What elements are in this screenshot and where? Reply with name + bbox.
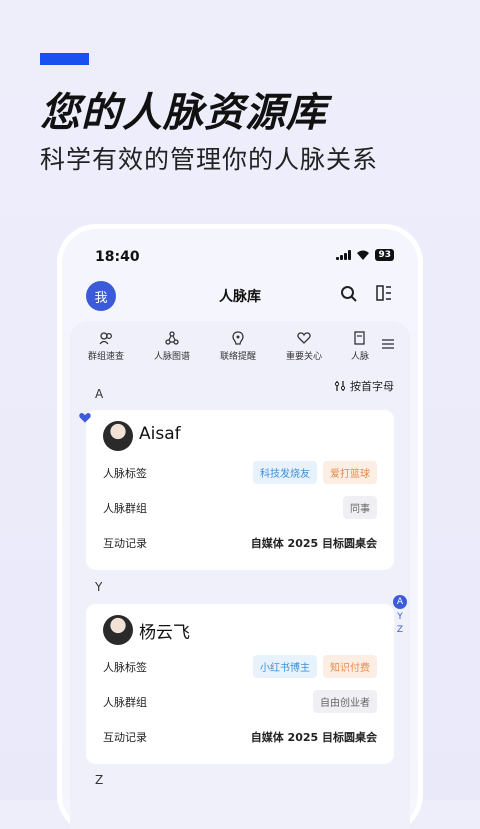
tab-network-graph[interactable]: 人脉图谱 xyxy=(142,327,202,362)
accent-bar xyxy=(40,53,89,65)
row-label: 互动记录 xyxy=(103,731,147,744)
contact-name: 杨云飞 xyxy=(139,623,190,643)
avatar xyxy=(103,615,133,645)
row-label: 人脉标签 xyxy=(103,467,147,480)
group-tag: 自由创业者 xyxy=(313,690,377,713)
interaction-value: 自媒体 2025 目标圆桌会 xyxy=(250,537,377,550)
status-time: 18:40 xyxy=(95,249,140,265)
tag: 知识付费 xyxy=(323,655,377,678)
page-title: 人脉库 xyxy=(219,289,261,305)
alphabet-index[interactable]: A Y Z xyxy=(392,595,408,637)
layout-icon[interactable] xyxy=(376,285,392,301)
battery-icon: 93 xyxy=(375,249,394,261)
signal-icon xyxy=(336,250,352,260)
row-label: 人脉群组 xyxy=(103,502,147,515)
function-tabs: 群组速查 人脉图谱 联络提醒 重要关心 人脉 xyxy=(70,327,410,367)
graph-icon xyxy=(165,331,179,345)
group-tag: 同事 xyxy=(343,496,377,519)
contact-card[interactable]: Aisaf 人脉标签 科技发烧友 爱打篮球 人脉群组 同事 互动记录 自媒体 2… xyxy=(79,410,394,570)
doc-icon xyxy=(354,331,365,345)
favorite-heart-icon xyxy=(79,413,91,423)
contact-card[interactable]: 杨云飞 人脉标签 小红书博主 知识付费 人脉群组 自由创业者 互动记录 自媒体 … xyxy=(86,604,394,764)
tab-label: 重要关心 xyxy=(285,352,322,362)
tag: 小红书博主 xyxy=(253,655,317,678)
group-row: 人脉群组 同事 xyxy=(103,496,377,519)
row-label: 人脉群组 xyxy=(103,696,147,709)
heart-icon xyxy=(297,332,311,344)
tab-important-care[interactable]: 重要关心 xyxy=(274,327,334,362)
avatar xyxy=(103,421,133,451)
tag: 科技发烧友 xyxy=(253,461,317,484)
interaction-value: 自媒体 2025 目标圆桌会 xyxy=(250,731,377,744)
section-letter: A xyxy=(95,387,104,401)
tab-label: 人脉 xyxy=(350,352,369,362)
top-nav: 我 人脉库 xyxy=(62,281,418,317)
sort-by-letter-button[interactable]: 按首字母 xyxy=(334,378,394,394)
section-letter: Z xyxy=(95,773,104,787)
wifi-icon xyxy=(357,250,370,260)
tab-group-lookup[interactable]: 群组速查 xyxy=(76,327,136,362)
interaction-row: 互动记录 自媒体 2025 目标圆桌会 xyxy=(103,725,377,747)
reminder-icon xyxy=(232,331,244,345)
tab-label: 群组速查 xyxy=(87,352,124,362)
tags-row: 人脉标签 小红书博主 知识付费 xyxy=(103,655,377,678)
tab-label: 人脉图谱 xyxy=(153,352,190,362)
row-label: 互动记录 xyxy=(103,537,147,550)
index-letter[interactable]: Y xyxy=(392,611,408,624)
group-icon xyxy=(99,332,113,345)
status-icons: 93 xyxy=(336,249,394,261)
interaction-row: 互动记录 自媒体 2025 目标圆桌会 xyxy=(103,531,377,553)
row-label: 人脉标签 xyxy=(103,661,147,674)
section-letter: Y xyxy=(95,580,103,594)
contact-name: Aisaf xyxy=(139,424,181,444)
sort-icon xyxy=(334,381,346,391)
promo-subline: 科学有效的管理你的人脉关系 xyxy=(40,145,379,174)
contact-sheet: 群组速查 人脉图谱 联络提醒 重要关心 人脉 A 按首字母 Aisaf 人脉标签… xyxy=(70,321,410,829)
tab-contacts[interactable]: 人脉 xyxy=(340,327,380,362)
tab-label: 联络提醒 xyxy=(219,352,256,362)
index-letter-selected[interactable]: A xyxy=(393,595,407,609)
sort-label: 按首字母 xyxy=(350,380,394,393)
tag: 爱打篮球 xyxy=(323,461,377,484)
promo-headline: 您的人脉资源库 xyxy=(40,90,327,136)
tags-row: 人脉标签 科技发烧友 爱打篮球 xyxy=(103,461,377,484)
menu-icon[interactable] xyxy=(382,339,394,349)
tab-contact-reminder[interactable]: 联络提醒 xyxy=(208,327,268,362)
group-row: 人脉群组 自由创业者 xyxy=(103,690,377,713)
search-icon[interactable] xyxy=(340,285,358,303)
phone-frame: 18:40 93 我 人脉库 群组速查 人脉图谱 联络提醒 重要关心 人脉 A … xyxy=(62,229,418,829)
index-letter[interactable]: Z xyxy=(392,624,408,637)
